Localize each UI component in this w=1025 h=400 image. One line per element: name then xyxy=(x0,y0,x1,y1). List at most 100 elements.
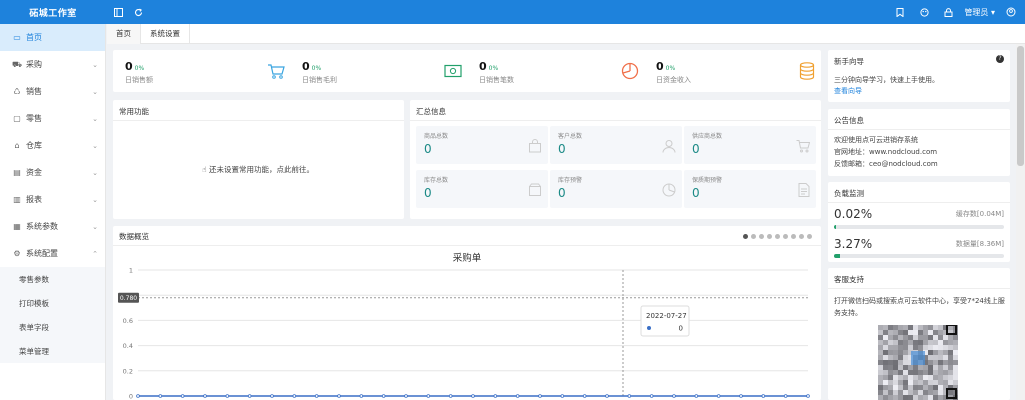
qr-cell xyxy=(908,390,913,395)
sidebar-item-funds[interactable]: ▤ 资金 ⌄ xyxy=(0,159,105,186)
summary-box-inventory-warning[interactable]: 库存预警 0 xyxy=(550,170,682,208)
qr-cell xyxy=(913,345,918,350)
sidebar-item-label: 销售 xyxy=(26,87,42,96)
data-point xyxy=(158,394,163,398)
summary-box-customers[interactable]: 客户总数 0 xyxy=(550,126,682,164)
qr-cell xyxy=(948,345,953,350)
carousel-dot[interactable] xyxy=(743,234,748,239)
sidebar-item-label: 仓库 xyxy=(26,141,42,150)
divider xyxy=(410,120,821,121)
qr-cell xyxy=(893,350,898,355)
qr-cell xyxy=(913,380,918,385)
qr-cell xyxy=(948,370,953,375)
summary-box-suppliers[interactable]: 供应商总数 0 xyxy=(684,126,816,164)
qr-cell xyxy=(883,390,888,395)
qr-cell xyxy=(928,360,933,365)
carousel-dot[interactable] xyxy=(775,234,780,239)
skin-icon[interactable] xyxy=(916,4,932,20)
qr-cell xyxy=(903,375,908,380)
qr-cell xyxy=(938,385,943,390)
qr-cell xyxy=(943,360,948,365)
sidebar-item-home[interactable]: ▭ 首页 xyxy=(0,24,105,51)
sidebar-item-retail[interactable]: ▢ 零售 ⌄ xyxy=(0,105,105,132)
qr-cell xyxy=(953,375,958,380)
qr-cell xyxy=(903,330,908,335)
carousel-dot[interactable] xyxy=(767,234,772,239)
sidebar-subitem-menu-management[interactable]: 菜单管理 xyxy=(0,339,105,363)
summary-box-products[interactable]: 商品总数 0 xyxy=(416,126,548,164)
help-icon[interactable]: ? xyxy=(996,55,1004,63)
refresh-icon[interactable] xyxy=(130,4,146,20)
qr-cell xyxy=(918,325,923,330)
sidebar-item-warehouse[interactable]: ⌂ 仓库 ⌄ xyxy=(0,132,105,159)
sidebar-item-label: 系统配置 xyxy=(26,249,58,258)
sidebar-item-label: 资金 xyxy=(26,168,42,177)
qr-cell xyxy=(918,365,923,370)
gear-icon: ⚙ xyxy=(13,249,21,258)
menu-icon[interactable] xyxy=(110,4,126,20)
qr-cell xyxy=(878,390,883,395)
carousel-dot[interactable] xyxy=(799,234,804,239)
qr-cell xyxy=(888,340,893,345)
notice-line: 反馈邮箱：ceo@nodcloud.com xyxy=(834,160,938,168)
qr-cell xyxy=(923,325,928,330)
user-icon[interactable] xyxy=(1003,4,1019,20)
data-point xyxy=(627,394,632,398)
sidebar-item-label: 报表 xyxy=(26,195,42,204)
qr-cell xyxy=(933,365,938,370)
carousel-dot[interactable] xyxy=(783,234,788,239)
common-functions-tip[interactable]: ☝ 还未设置常用功能，点此前往。 xyxy=(202,164,314,175)
carousel-dot[interactable] xyxy=(791,234,796,239)
sidebar-subitem-form-fields[interactable]: 表单字段 xyxy=(0,315,105,339)
qr-cell xyxy=(928,390,933,395)
qr-cell xyxy=(923,375,928,380)
qr-cell xyxy=(903,355,908,360)
bookmark-icon[interactable] xyxy=(892,4,908,20)
data-point xyxy=(493,394,498,398)
purchase-order-chart[interactable]: 采购单10.80.60.40.200.7802022-07-270 xyxy=(113,244,821,400)
summary-value: 0 xyxy=(424,186,432,200)
qr-cell xyxy=(878,350,883,355)
qr-cell xyxy=(883,345,888,350)
sidebar-item-reports[interactable]: ▥ 报表 ⌄ xyxy=(0,186,105,213)
sidebar-item-system-config[interactable]: ⚙ 系统配置 ⌃ xyxy=(0,240,105,267)
chevron-down-icon: ⌄ xyxy=(92,222,98,231)
qr-cell xyxy=(893,365,898,370)
cache-label: 缓存数[0.04M] xyxy=(955,210,1004,218)
carousel-dot[interactable] xyxy=(759,234,764,239)
tab-system-settings[interactable]: 系统设置 xyxy=(141,24,190,44)
qr-cell xyxy=(888,335,893,340)
summary-label: 商品总数 xyxy=(424,133,449,140)
qr-cell xyxy=(898,365,903,370)
lock-icon[interactable] xyxy=(940,4,956,20)
sidebar-item-system-params[interactable]: ▦ 系统参数 ⌄ xyxy=(0,213,105,240)
carousel-dot[interactable] xyxy=(751,234,756,239)
sidebar-item-purchase[interactable]: ⛟ 采购 ⌄ xyxy=(0,51,105,78)
data-point xyxy=(292,394,297,398)
page-scrollbar[interactable] xyxy=(1016,44,1025,400)
panel-title: 新手向导 xyxy=(834,57,864,66)
qr-cell xyxy=(928,365,933,370)
tab-home[interactable]: 首页 xyxy=(107,24,141,44)
stat-label: 日销售额 xyxy=(125,76,153,84)
summary-box-inventory[interactable]: 库存总数 0 xyxy=(416,170,548,208)
qr-cell xyxy=(878,395,883,400)
sidebar-subitem-print-templates[interactable]: 打印模板 xyxy=(0,291,105,315)
qr-cell xyxy=(928,325,933,330)
scrollbar-thumb[interactable] xyxy=(1017,46,1024,166)
summary-box-shelf-life-warning[interactable]: 保质期预警 0 xyxy=(684,170,816,208)
qr-cell xyxy=(903,370,908,375)
qr-cell xyxy=(898,355,903,360)
qr-cell xyxy=(933,360,938,365)
qr-cell xyxy=(928,370,933,375)
qr-cell xyxy=(948,380,953,385)
carousel-dot[interactable] xyxy=(807,234,812,239)
sidebar-item-sales[interactable]: ♺ 销售 ⌄ xyxy=(0,78,105,105)
user-icon xyxy=(662,139,676,155)
data-point xyxy=(247,394,252,398)
stat-label: 日资金收入 xyxy=(656,76,691,84)
qr-cell xyxy=(928,395,933,400)
view-guide-link[interactable]: 查看向导 xyxy=(834,85,862,97)
sidebar-subitem-retail-params[interactable]: 零售参数 xyxy=(0,267,105,291)
user-menu[interactable]: 管理员 ▾ xyxy=(964,7,995,18)
